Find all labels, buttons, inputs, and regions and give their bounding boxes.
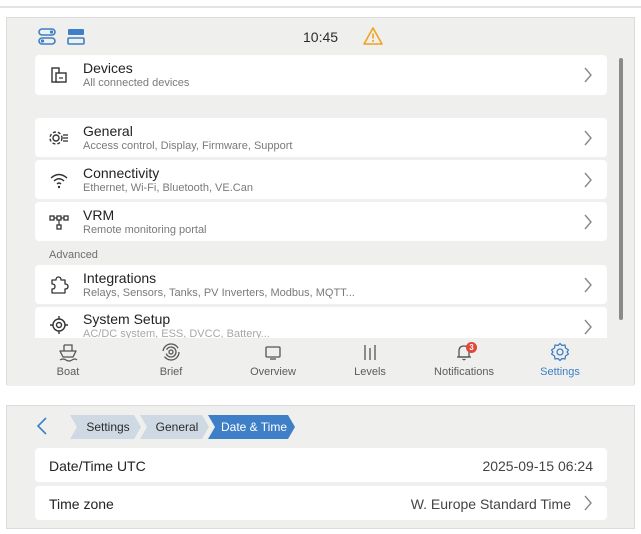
list-item-integrations[interactable]: Integrations Relays, Sensors, Tanks, PV … <box>35 265 607 304</box>
date-time-utc-value: 2025-09-15 06:24 <box>482 458 593 474</box>
status-bar: 10:45 <box>7 18 634 54</box>
list-item-vrm[interactable]: VRM Remote monitoring portal <box>35 202 607 241</box>
chevron-right-icon <box>584 214 592 230</box>
levels-icon <box>364 345 376 360</box>
chevron-right-icon <box>584 495 592 511</box>
boat-icon <box>59 344 78 362</box>
gear-icon <box>550 342 570 362</box>
connectivity-title: Connectivity <box>83 165 160 181</box>
scrollbar[interactable] <box>619 58 623 320</box>
chevron-right-icon <box>584 172 592 188</box>
integrations-subtitle: Relays, Sensors, Tanks, PV Inverters, Mo… <box>83 287 355 299</box>
nav-boat-label: Boat <box>56 366 80 378</box>
notification-badge: 3 <box>466 342 477 353</box>
overview-icon <box>265 346 281 360</box>
vrm-subtitle: Remote monitoring portal <box>83 224 207 236</box>
time-zone-label: Time zone <box>49 496 114 512</box>
top-divider <box>0 6 641 8</box>
breadcrumb-date-time[interactable]: Date & Time <box>208 415 296 439</box>
sidebar-toggle-icon[interactable] <box>67 27 85 47</box>
chevron-right-icon <box>584 67 592 83</box>
nav-brief[interactable]: Brief <box>128 342 214 384</box>
puzzle-icon <box>51 276 69 294</box>
list-item-devices[interactable]: Devices All connected devices <box>35 55 607 95</box>
clock: 10:45 <box>303 29 339 45</box>
nav-settings[interactable]: Settings <box>517 342 603 384</box>
general-settings-icon <box>49 131 68 145</box>
date-time-utc-label: Date/Time UTC <box>49 458 146 474</box>
general-title: General <box>83 123 133 139</box>
list-item-general[interactable]: General Access control, Display, Firmwar… <box>35 118 607 157</box>
nav-settings-label: Settings <box>540 366 580 378</box>
network-nodes-icon <box>49 215 69 230</box>
list-item-system-setup[interactable]: System Setup AC/DC system, ESS, DVCC, Ba… <box>35 307 607 338</box>
bottom-nav: Boat Brief Overview Levels 3 Notificatio… <box>7 338 634 386</box>
list-item-connectivity[interactable]: Connectivity Ethernet, Wi-Fi, Bluetooth,… <box>35 160 607 199</box>
time-zone-value: W. Europe Standard Time <box>410 496 571 512</box>
integrations-title: Integrations <box>83 270 157 286</box>
nav-overview[interactable]: Overview <box>230 342 316 384</box>
breadcrumb-general[interactable]: General <box>140 415 210 439</box>
breadcrumb-date-time-label: Date & Time <box>220 420 288 434</box>
nav-boat[interactable]: Boat <box>25 342 111 384</box>
devices-icon <box>51 67 67 83</box>
nav-levels[interactable]: Levels <box>327 342 413 384</box>
nav-overview-label: Overview <box>250 366 296 378</box>
nav-notifications[interactable]: 3 Notifications <box>421 342 507 384</box>
nav-levels-label: Levels <box>354 366 386 378</box>
target-icon <box>50 316 68 334</box>
nav-brief-label: Brief <box>159 366 183 378</box>
system-setup-subtitle: AC/DC system, ESS, DVCC, Battery... <box>83 328 270 338</box>
system-setup-title: System Setup <box>83 311 171 327</box>
warning-icon[interactable] <box>363 26 383 46</box>
wifi-icon <box>50 173 68 189</box>
devices-title: Devices <box>83 60 133 76</box>
chevron-right-icon <box>584 319 592 335</box>
general-subtitle: Access control, Display, Firmware, Suppo… <box>83 140 293 152</box>
date-time-panel: Settings General Date & Time Date/Time U… <box>6 405 635 529</box>
nav-notifications-label: Notifications <box>434 366 494 378</box>
breadcrumb-general-label: General <box>155 420 199 434</box>
settings-panel: 10:45 Devices All connected devices Gene… <box>6 17 635 386</box>
back-icon[interactable] <box>35 416 49 436</box>
connectivity-subtitle: Ethernet, Wi-Fi, Bluetooth, VE.Can <box>83 182 253 194</box>
breadcrumb-settings[interactable]: Settings <box>70 415 142 439</box>
date-time-utc-row: Date/Time UTC 2025-09-15 06:24 <box>35 448 607 482</box>
devices-subtitle: All connected devices <box>83 77 190 89</box>
breadcrumb-settings-label: Settings <box>86 420 130 434</box>
vrm-title: VRM <box>83 207 115 223</box>
chevron-right-icon <box>584 277 592 293</box>
section-label-advanced: Advanced <box>49 249 98 261</box>
brief-icon <box>162 343 180 361</box>
controls-toggle-icon[interactable] <box>38 27 56 47</box>
time-zone-row[interactable]: Time zone W. Europe Standard Time <box>35 486 607 520</box>
chevron-right-icon <box>584 130 592 146</box>
